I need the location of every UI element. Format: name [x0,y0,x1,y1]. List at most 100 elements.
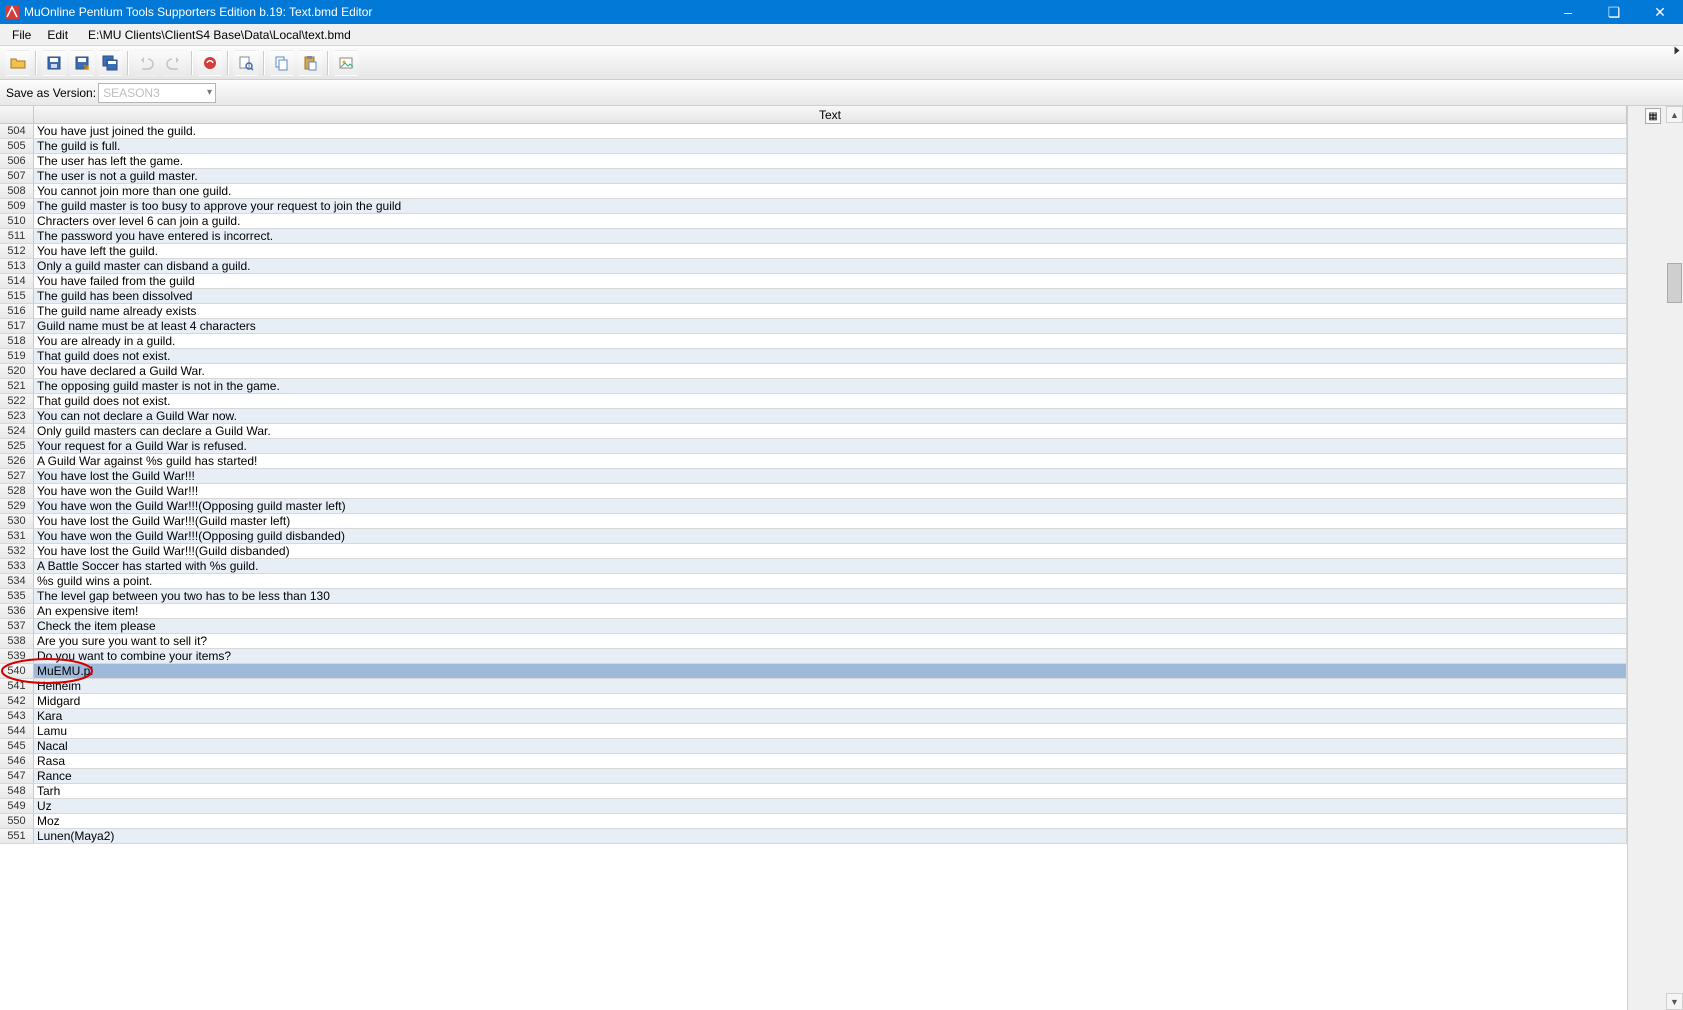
row-header[interactable]: 548 [0,784,34,798]
table-row[interactable]: 523You can not declare a Guild War now. [0,409,1627,424]
row-header[interactable]: 531 [0,529,34,543]
scroll-down-icon[interactable]: ▼ [1666,993,1683,1010]
text-cell[interactable]: A Battle Soccer has started with %s guil… [34,559,1627,573]
row-header[interactable]: 550 [0,814,34,828]
text-cell[interactable]: The opposing guild master is not in the … [34,379,1627,393]
text-cell[interactable]: The guild name already exists [34,304,1627,318]
data-grid[interactable]: Text 504You have just joined the guild.5… [0,106,1627,1010]
table-row[interactable]: 508You cannot join more than one guild. [0,184,1627,199]
table-row[interactable]: 540MuEMU.pl [0,664,1627,679]
row-header[interactable]: 539 [0,649,34,663]
text-cell[interactable]: Tarh [34,784,1627,798]
text-cell[interactable]: You have just joined the guild. [34,124,1627,138]
save-as-button[interactable] [69,50,95,76]
row-header[interactable]: 547 [0,769,34,783]
text-cell[interactable]: The level gap between you two has to be … [34,589,1627,603]
table-row[interactable]: 534%s guild wins a point. [0,574,1627,589]
text-cell[interactable]: That guild does not exist. [34,349,1627,363]
paste-button[interactable] [297,50,323,76]
menu-file[interactable]: File [4,26,39,44]
table-row[interactable]: 518You are already in a guild. [0,334,1627,349]
text-cell[interactable]: The guild master is too busy to approve … [34,199,1627,213]
text-cell[interactable]: Only a guild master can disband a guild. [34,259,1627,273]
find-button[interactable] [233,50,259,76]
row-header[interactable]: 526 [0,454,34,468]
table-row[interactable]: 546Rasa [0,754,1627,769]
table-row[interactable]: 513Only a guild master can disband a gui… [0,259,1627,274]
table-row[interactable]: 537Check the item please [0,619,1627,634]
version-combo[interactable]: SEASON3 [98,83,216,103]
table-row[interactable]: 506The user has left the game. [0,154,1627,169]
text-cell[interactable]: The guild has been dissolved [34,289,1627,303]
table-row[interactable]: 512You have left the guild. [0,244,1627,259]
row-header[interactable]: 528 [0,484,34,498]
table-row[interactable]: 510Chracters over level 6 can join a gui… [0,214,1627,229]
text-cell[interactable]: Guild name must be at least 4 characters [34,319,1627,333]
settings-button[interactable] [197,50,223,76]
table-row[interactable]: 527You have lost the Guild War!!! [0,469,1627,484]
table-row[interactable]: 528You have won the Guild War!!! [0,484,1627,499]
text-cell[interactable]: Are you sure you want to sell it? [34,634,1627,648]
table-row[interactable]: 526A Guild War against %s guild has star… [0,454,1627,469]
text-cell[interactable]: Rasa [34,754,1627,768]
table-row[interactable]: 529You have won the Guild War!!!(Opposin… [0,499,1627,514]
row-header[interactable]: 505 [0,139,34,153]
maximize-button[interactable]: ❏ [1591,0,1637,24]
table-row[interactable]: 509The guild master is too busy to appro… [0,199,1627,214]
table-row[interactable]: 536An expensive item! [0,604,1627,619]
text-cell[interactable]: Helheim [34,679,1627,693]
text-cell[interactable]: You have won the Guild War!!!(Opposing g… [34,499,1627,513]
table-row[interactable]: 514You have failed from the guild [0,274,1627,289]
row-header[interactable]: 541 [0,679,34,693]
row-header[interactable]: 519 [0,349,34,363]
row-header[interactable]: 537 [0,619,34,633]
menu-edit[interactable]: Edit [39,26,76,44]
row-header[interactable]: 543 [0,709,34,723]
table-row[interactable]: 519That guild does not exist. [0,349,1627,364]
text-cell[interactable]: Check the item please [34,619,1627,633]
row-header[interactable]: 517 [0,319,34,333]
text-cell[interactable]: Midgard [34,694,1627,708]
table-row[interactable]: 542Midgard [0,694,1627,709]
text-cell[interactable]: Moz [34,814,1627,828]
row-header[interactable]: 509 [0,199,34,213]
row-header[interactable]: 522 [0,394,34,408]
table-row[interactable]: 547Rance [0,769,1627,784]
column-header-text[interactable]: Text [34,106,1627,123]
row-header[interactable]: 532 [0,544,34,558]
row-header[interactable]: 536 [0,604,34,618]
text-cell[interactable]: Nacal [34,739,1627,753]
table-row[interactable]: 530You have lost the Guild War!!!(Guild … [0,514,1627,529]
table-row[interactable]: 533A Battle Soccer has started with %s g… [0,559,1627,574]
scroll-track[interactable] [1666,123,1683,993]
row-header[interactable]: 549 [0,799,34,813]
table-row[interactable]: 522That guild does not exist. [0,394,1627,409]
text-cell[interactable]: Lamu [34,724,1627,738]
undo-button[interactable] [133,50,159,76]
text-cell[interactable]: Rance [34,769,1627,783]
row-header[interactable]: 540 [0,664,34,678]
row-header[interactable]: 529 [0,499,34,513]
table-row[interactable]: 517Guild name must be at least 4 charact… [0,319,1627,334]
row-header[interactable]: 546 [0,754,34,768]
table-row[interactable]: 551Lunen(Maya2) [0,829,1627,844]
text-cell[interactable]: %s guild wins a point. [34,574,1627,588]
row-header[interactable]: 524 [0,424,34,438]
table-row[interactable]: 538Are you sure you want to sell it? [0,634,1627,649]
text-cell[interactable]: The guild is full. [34,139,1627,153]
text-cell[interactable]: Chracters over level 6 can join a guild. [34,214,1627,228]
table-row[interactable]: 549Uz [0,799,1627,814]
row-header[interactable]: 551 [0,829,34,843]
table-row[interactable]: 505The guild is full. [0,139,1627,154]
text-cell[interactable]: You can not declare a Guild War now. [34,409,1627,423]
row-header[interactable]: 515 [0,289,34,303]
table-row[interactable]: 511The password you have entered is inco… [0,229,1627,244]
copy-button[interactable] [269,50,295,76]
text-cell[interactable]: Only guild masters can declare a Guild W… [34,424,1627,438]
text-cell[interactable]: You have won the Guild War!!! [34,484,1627,498]
row-header[interactable]: 507 [0,169,34,183]
collapse-panel-icon[interactable]: ▦ [1645,108,1661,124]
table-row[interactable]: 544Lamu [0,724,1627,739]
table-row[interactable]: 548Tarh [0,784,1627,799]
text-cell[interactable]: The user is not a guild master. [34,169,1627,183]
